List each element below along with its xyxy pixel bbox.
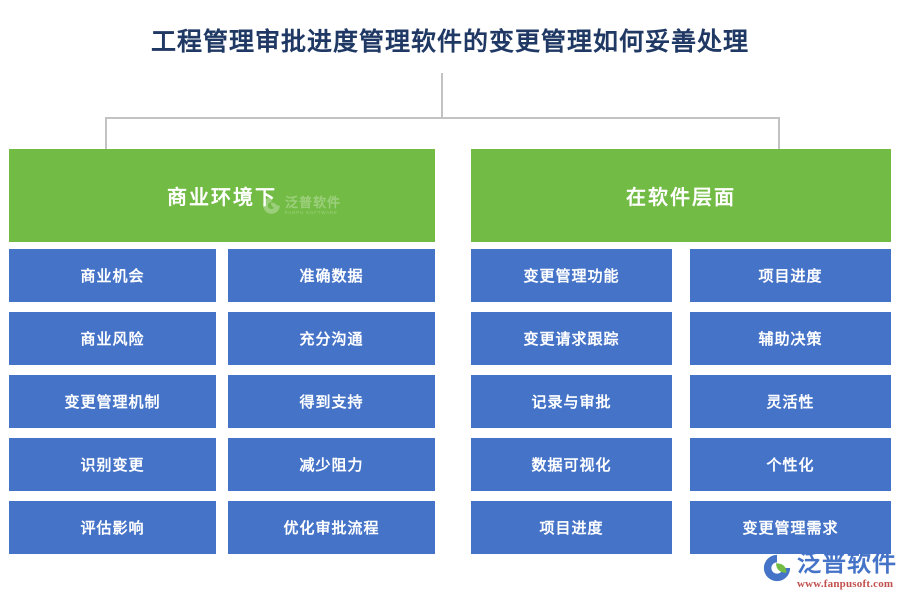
leaf-box[interactable]: 识别变更 (9, 438, 216, 491)
leaf-box[interactable]: 优化审批流程 (228, 501, 435, 554)
leaf-box[interactable]: 项目进度 (471, 501, 672, 554)
brand-url: www.fanpusoft.com (797, 578, 894, 590)
leaf-box[interactable]: 充分沟通 (228, 312, 435, 365)
group-header-software-level[interactable]: 在软件层面 (471, 149, 891, 242)
leaf-box[interactable]: 变更管理功能 (471, 249, 672, 302)
leaf-box[interactable]: 辅助决策 (690, 312, 891, 365)
connector-stem (441, 73, 443, 118)
group-header-business-environment[interactable]: 商业环境下 (9, 149, 435, 242)
brand-logo: 泛普软件 www.fanpusoft.com (762, 552, 897, 590)
leaf-box[interactable]: 准确数据 (228, 249, 435, 302)
leaf-box[interactable]: 减少阻力 (228, 438, 435, 491)
connector-drop-right (778, 117, 780, 150)
connector-drop-left (105, 117, 107, 150)
leaf-box[interactable]: 数据可视化 (471, 438, 672, 491)
connector-horizontal (105, 117, 780, 119)
leaf-box[interactable]: 得到支持 (228, 375, 435, 428)
diagram-canvas: 工程管理审批进度管理软件的变更管理如何妥善处理 商业环境下 泛普软件 FANPU… (0, 0, 900, 600)
leaf-box[interactable]: 项目进度 (690, 249, 891, 302)
leaf-box[interactable]: 评估影响 (9, 501, 216, 554)
leaf-box[interactable]: 商业风险 (9, 312, 216, 365)
group-header-label: 商业环境下 (167, 187, 277, 209)
leaf-box[interactable]: 变更管理机制 (9, 375, 216, 428)
leaf-box[interactable]: 个性化 (690, 438, 891, 491)
leaf-box[interactable]: 商业机会 (9, 249, 216, 302)
page-title: 工程管理审批进度管理软件的变更管理如何妥善处理 (150, 29, 749, 56)
leaf-box[interactable]: 变更管理需求 (690, 501, 891, 554)
fanpu-logo-icon (762, 553, 792, 583)
brand-text: 泛普软件 www.fanpusoft.com (797, 552, 897, 590)
brand-name: 泛普软件 (797, 551, 897, 577)
leaf-box[interactable]: 变更请求跟踪 (471, 312, 672, 365)
leaf-box[interactable]: 灵活性 (690, 375, 891, 428)
leaf-box[interactable]: 记录与审批 (471, 375, 672, 428)
group-header-label: 在软件层面 (626, 187, 736, 209)
